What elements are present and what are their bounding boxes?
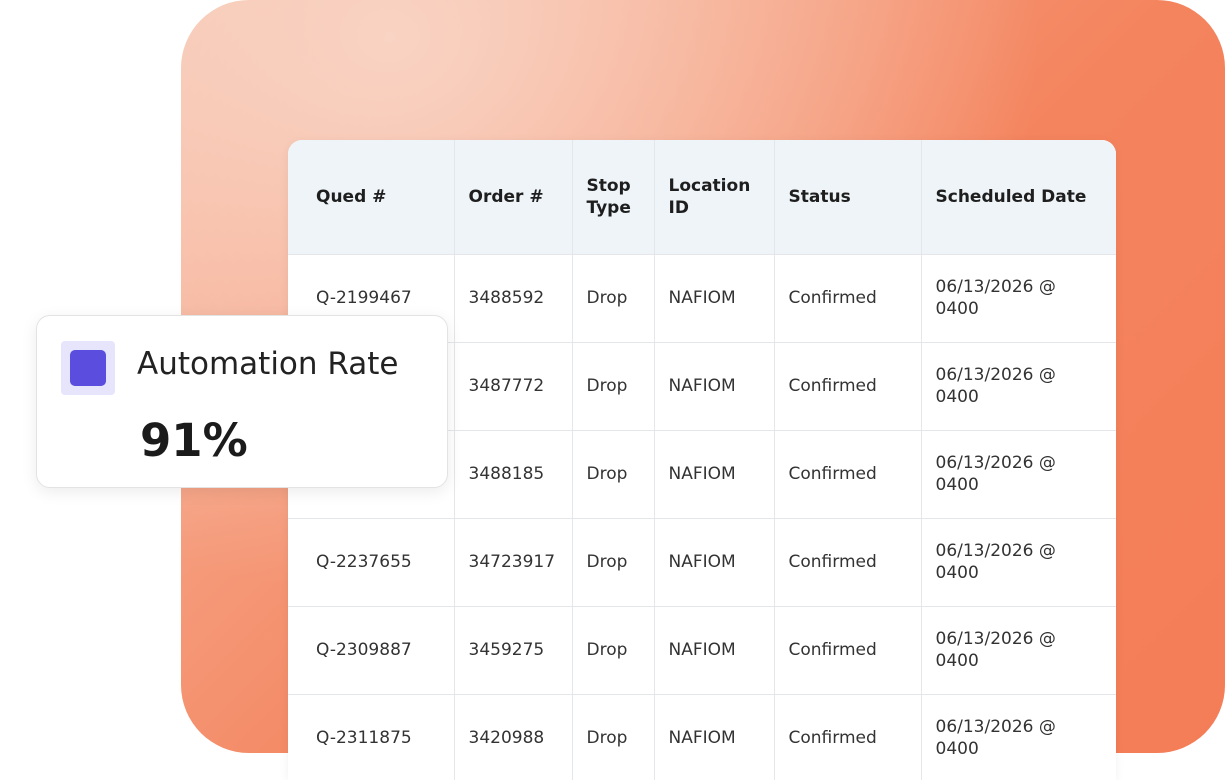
cell-stop-type: Drop <box>572 694 655 780</box>
table-row[interactable]: Q-2311875 3420988 Drop NAFIOM Confirmed … <box>288 694 1116 780</box>
cell-status: Confirmed <box>774 518 922 607</box>
cell-location-id: NAFIOM <box>654 518 775 607</box>
cell-stop-type: Drop <box>572 342 655 431</box>
cell-order: 3487772 <box>454 342 573 431</box>
metric-label: Automation Rate <box>137 346 399 382</box>
column-header-stop-type[interactable]: Stop Type <box>572 140 655 255</box>
cell-stop-type: Drop <box>572 430 655 519</box>
table-row[interactable]: Q-2309887 3459275 Drop NAFIOM Confirmed … <box>288 606 1116 695</box>
automation-rate-card: Automation Rate 91% <box>36 315 448 488</box>
cell-status: Confirmed <box>774 342 922 431</box>
cell-scheduled-date: 06/13/2026 @ 0400 <box>921 430 1116 519</box>
cell-location-id: NAFIOM <box>654 430 775 519</box>
metric-value: 91% <box>140 414 248 467</box>
column-header-scheduled-date[interactable]: Scheduled Date <box>921 140 1116 255</box>
column-header-status[interactable]: Status <box>774 140 922 255</box>
cell-scheduled-date: 06/13/2026 @ 0400 <box>921 518 1116 607</box>
cell-status: Confirmed <box>774 430 922 519</box>
cell-order: 3459275 <box>454 606 573 695</box>
table-row[interactable]: Q-2237655 34723917 Drop NAFIOM Confirmed… <box>288 518 1116 607</box>
cell-scheduled-date: 06/13/2026 @ 0400 <box>921 254 1116 343</box>
column-header-location-id[interactable]: Location ID <box>654 140 775 255</box>
cell-location-id: NAFIOM <box>654 694 775 780</box>
cell-qued: Q-2237655 <box>288 518 455 607</box>
column-header-order[interactable]: Order # <box>454 140 573 255</box>
cell-qued: Q-2309887 <box>288 606 455 695</box>
cell-stop-type: Drop <box>572 254 655 343</box>
cell-location-id: NAFIOM <box>654 342 775 431</box>
cell-stop-type: Drop <box>572 606 655 695</box>
cell-location-id: NAFIOM <box>654 606 775 695</box>
square-icon <box>70 350 106 386</box>
cell-status: Confirmed <box>774 694 922 780</box>
cell-scheduled-date: 06/13/2026 @ 0400 <box>921 606 1116 695</box>
cell-order: 3488592 <box>454 254 573 343</box>
cell-order: 3488185 <box>454 430 573 519</box>
cell-location-id: NAFIOM <box>654 254 775 343</box>
cell-status: Confirmed <box>774 606 922 695</box>
cell-status: Confirmed <box>774 254 922 343</box>
cell-scheduled-date: 06/13/2026 @ 0400 <box>921 342 1116 431</box>
cell-scheduled-date: 06/13/2026 @ 0400 <box>921 694 1116 780</box>
cell-stop-type: Drop <box>572 518 655 607</box>
table-header-row: Qued # Order # Stop Type Location ID Sta… <box>288 140 1116 255</box>
cell-order: 3420988 <box>454 694 573 780</box>
cell-qued: Q-2311875 <box>288 694 455 780</box>
cell-order: 34723917 <box>454 518 573 607</box>
metric-icon-container <box>61 341 115 395</box>
column-header-qued[interactable]: Qued # <box>288 140 455 255</box>
